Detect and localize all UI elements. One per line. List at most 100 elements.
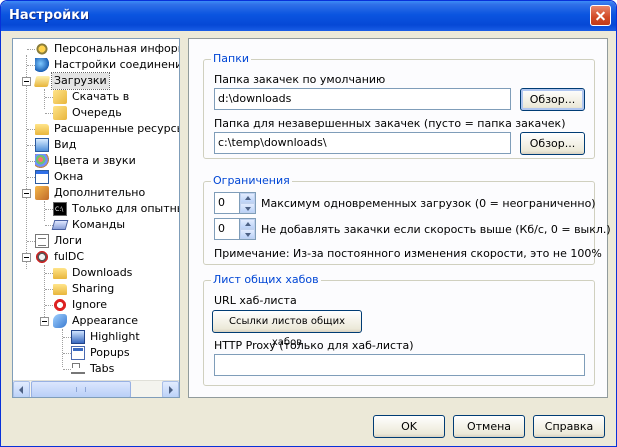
tree-item-label: Цвета и звуки <box>54 154 136 167</box>
tree-item-download-to[interactable]: Скачать в <box>13 89 179 105</box>
tree-item-windows[interactable]: Окна <box>13 169 179 185</box>
tree-item-label: Appearance <box>72 314 139 327</box>
tree-item-label: fulDC <box>54 250 85 263</box>
tree-item-connection[interactable]: Настройки соединения <box>13 57 180 73</box>
tree-item-personal[interactable]: Персональная информац <box>13 41 179 57</box>
group-title: Папки <box>211 52 251 65</box>
window-title: Настройки <box>9 8 90 23</box>
folders-group: Папки Папка закачек по умолчанию d:\down… <box>203 53 595 159</box>
folder-icon <box>53 90 67 104</box>
globe-icon <box>35 58 49 72</box>
settings-page: Папки Папка закачек по умолчанию d:\down… <box>188 38 611 398</box>
folder-open-icon <box>33 76 51 87</box>
tree-item-label: Popups <box>90 346 130 359</box>
popups-icon <box>71 346 85 360</box>
max-downloads-stepper[interactable]: 0 <box>214 192 256 214</box>
http-proxy-input[interactable] <box>214 354 585 376</box>
tree-item-advanced[interactable]: Дополнительно <box>13 185 179 201</box>
tree-item-fuldc[interactable]: fulDC <box>13 249 179 265</box>
spin-up-icon[interactable] <box>240 193 255 203</box>
collapse-icon[interactable] <box>40 317 49 326</box>
tree-item-label: Downloads <box>72 266 133 279</box>
fuldc-icon <box>35 250 49 264</box>
help-button[interactable]: Справка <box>533 415 605 438</box>
view-icon <box>35 138 49 152</box>
tree-item-label: Скачать в <box>72 90 130 103</box>
hublist-links-button[interactable]: Ссылки листов общих хабов <box>212 310 362 348</box>
tree-item-label: Только для опытных <box>72 202 180 215</box>
tree-item-label: Sharing <box>72 282 115 295</box>
folder-icon <box>53 268 67 279</box>
tree-item-ignore[interactable]: Ignore <box>13 297 179 313</box>
tree-item-experts[interactable]: Только для опытных <box>13 201 180 218</box>
settings-window: Настройки Персональная информац Настройк… <box>0 0 617 447</box>
title-bar[interactable]: Настройки <box>1 1 616 31</box>
speed-limit-value[interactable]: 0 <box>214 218 240 240</box>
collapse-icon[interactable] <box>22 189 31 198</box>
settings-tree[interactable]: Персональная информац Настройки соединен… <box>12 38 180 398</box>
tree-item-label: Расшаренные ресурсы <box>54 122 180 135</box>
scroll-right-button[interactable] <box>162 381 179 397</box>
appearance-icon <box>53 314 67 328</box>
tree-item-downloads[interactable]: Загрузки <box>13 72 179 90</box>
group-title: Ограничения <box>211 174 292 187</box>
tree-item-appearance[interactable]: Appearance <box>13 313 179 329</box>
advanced-icon <box>35 186 49 200</box>
tree-item-label: Загрузки <box>51 72 110 90</box>
ignore-icon <box>53 298 67 312</box>
incomplete-folder-label: Папка для незавершенных закачек (пусто =… <box>214 117 566 130</box>
tree-item-label: Окна <box>54 170 84 183</box>
browse-default-button[interactable]: Обзор... <box>520 88 585 111</box>
ok-button[interactable]: OK <box>373 415 445 438</box>
folder-icon <box>53 106 67 120</box>
commands-icon <box>51 220 69 230</box>
highlight-icon <box>71 330 85 344</box>
tree-item-view[interactable]: Вид <box>13 137 179 153</box>
max-downloads-label: Максимум одновременных загрузок (0 = нео… <box>261 197 596 210</box>
collapse-icon[interactable] <box>22 253 31 262</box>
tree-item-label: Очередь <box>72 106 122 119</box>
tree-item-label: Highlight <box>90 330 140 343</box>
collapse-icon[interactable] <box>22 77 31 86</box>
max-downloads-value[interactable]: 0 <box>214 192 240 214</box>
spin-down-icon[interactable] <box>240 229 255 239</box>
tree-item-label: Настройки соединения <box>54 58 180 71</box>
gear-icon <box>35 42 49 56</box>
tree-item-logs[interactable]: Логи <box>13 233 179 249</box>
tree-item-label: Tabs <box>90 362 115 375</box>
folder-icon <box>35 124 49 135</box>
log-icon <box>35 234 49 248</box>
tree-item-tabs[interactable]: Tabs <box>13 361 179 377</box>
tree-item-highlight[interactable]: Highlight <box>13 329 179 345</box>
scroll-thumb[interactable] <box>31 381 131 397</box>
hublist-url-label: URL хаб-листа <box>214 294 297 307</box>
limits-group: Ограничения 0 Максимум одновременных заг… <box>203 175 611 265</box>
tree-item-popups[interactable]: Popups <box>13 345 179 361</box>
tree-item-label: Команды <box>72 218 126 231</box>
spin-up-icon[interactable] <box>240 219 255 229</box>
folder-icon <box>53 284 67 295</box>
default-folder-input[interactable]: d:\downloads <box>214 88 511 110</box>
tree-item-fuldc-downloads[interactable]: Downloads <box>13 265 179 281</box>
cmd-icon <box>53 202 67 218</box>
tree-item-shared[interactable]: Расшаренные ресурсы <box>13 121 180 137</box>
tree-item-label: Дополнительно <box>54 186 146 199</box>
browse-incomplete-button[interactable]: Обзор... <box>520 132 585 155</box>
tree-item-label: Вид <box>54 138 77 151</box>
http-proxy-label: HTTP Proxy (только для хаб-листа) <box>214 339 414 352</box>
tree-item-queue[interactable]: Очередь <box>13 105 179 121</box>
tabs-icon <box>71 363 85 374</box>
spin-down-icon[interactable] <box>240 203 255 213</box>
incomplete-folder-input[interactable]: c:\temp\downloads\ <box>214 132 511 154</box>
scroll-left-button[interactable] <box>13 381 30 397</box>
tree-item-colors[interactable]: Цвета и звуки <box>13 153 179 169</box>
tree-item-sharing[interactable]: Sharing <box>13 281 179 297</box>
cancel-button[interactable]: Отмена <box>453 415 525 438</box>
palette-icon <box>35 154 49 168</box>
tree-item-commands[interactable]: Команды <box>13 217 179 233</box>
speed-limit-stepper[interactable]: 0 <box>214 218 256 240</box>
speed-note: Примечание: Из-за постоянного изменения … <box>214 247 602 260</box>
close-button[interactable] <box>590 5 611 26</box>
tree-item-label: Ignore <box>72 298 107 311</box>
tree-horizontal-scrollbar[interactable] <box>13 380 179 397</box>
